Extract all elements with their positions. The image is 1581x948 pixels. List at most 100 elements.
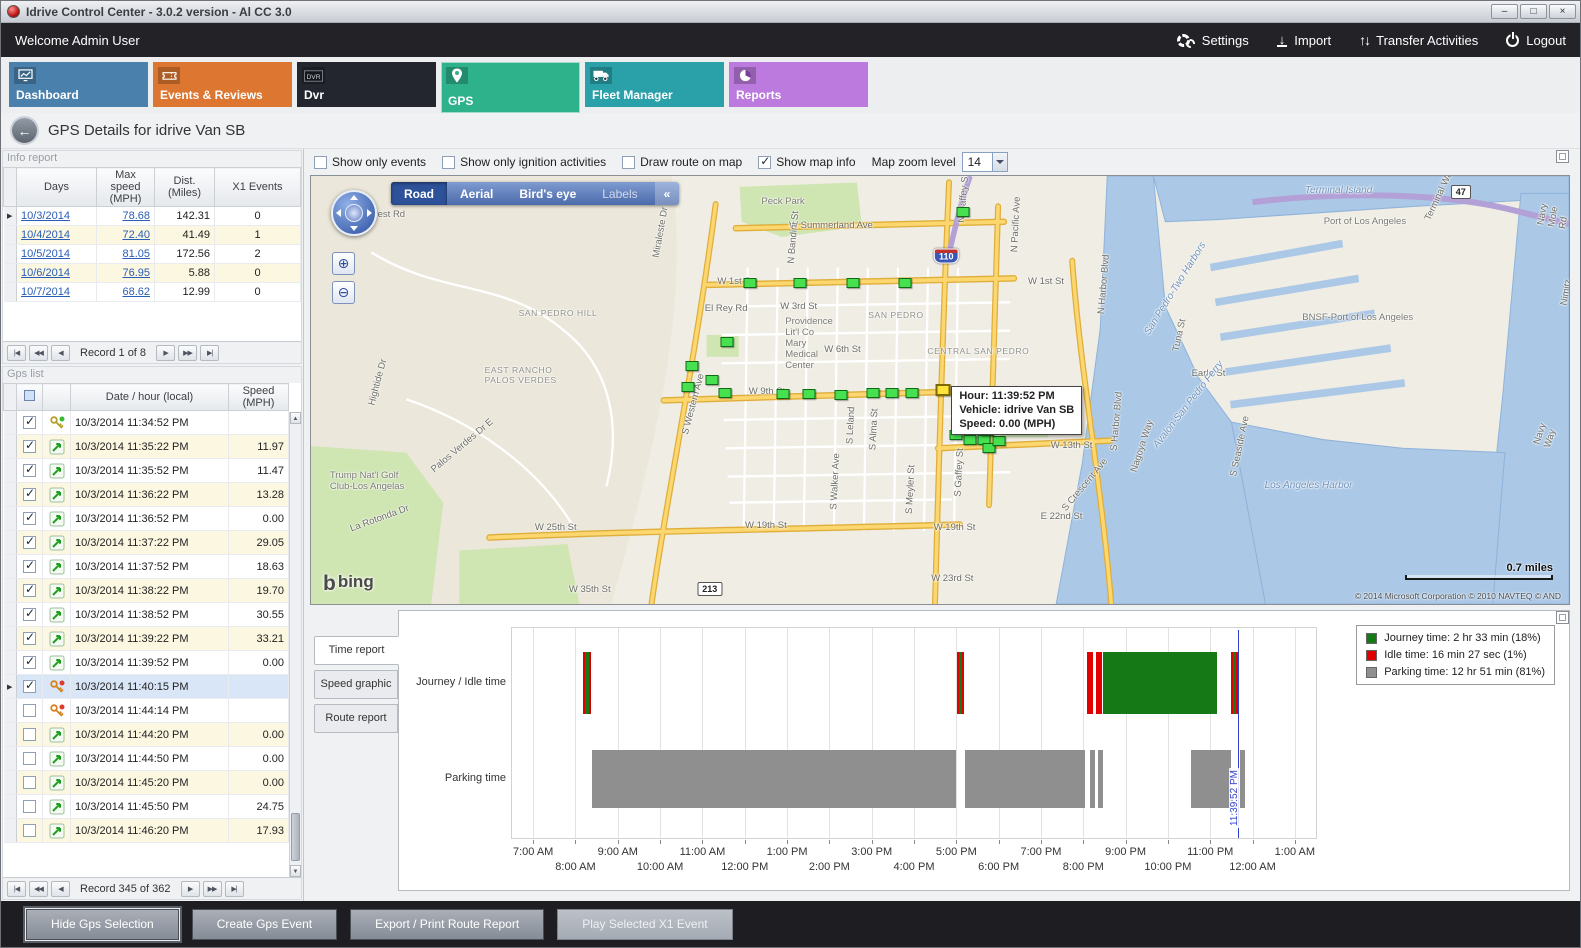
gps-marker[interactable] [964,435,977,445]
tab-route-report[interactable]: Route report [314,704,398,733]
gps-marker[interactable] [867,388,880,398]
column-header-x1-events[interactable]: X1 Events [215,168,301,207]
list-item[interactable]: 10/3/2014 11:36:52 PM0.00 [4,507,289,531]
gps-row-checkbox[interactable] [23,416,36,429]
gps-row-checkbox[interactable] [23,536,36,549]
gps-row-checkbox[interactable] [23,680,36,693]
list-item[interactable]: 10/3/2014 11:35:52 PM11.47 [4,459,289,483]
list-item[interactable]: 10/3/2014 11:39:52 PM0.00 [4,651,289,675]
gps-row-checkbox[interactable] [23,800,36,813]
list-item[interactable]: 10/3/2014 11:39:22 PM33.21 [4,627,289,651]
table-row[interactable]: 10/4/201472.4041.491 [4,226,301,245]
map-zoom-out-button[interactable]: ⊖ [332,281,355,304]
list-item[interactable]: ▶10/3/2014 11:40:15 PM [4,675,289,699]
option-draw-route-on-map[interactable]: Draw route on map [622,155,742,169]
info-last-button[interactable]: ▶| [200,345,219,361]
gps-marker[interactable] [847,278,860,288]
column-header-days[interactable]: Days [17,168,97,207]
column-header-max-speed-mph[interactable]: Max speed (MPH) [97,168,155,207]
tab-speed-graphic[interactable]: Speed graphic [314,670,398,699]
gps-row-checkbox[interactable] [23,776,36,789]
tab-dvr[interactable]: DVRDvr [297,62,436,107]
gps-last-button[interactable]: ▶| [225,881,244,897]
gps-row-checkbox[interactable] [23,488,36,501]
gps-marker[interactable] [956,207,969,217]
scrollbar-thumb[interactable] [291,813,300,861]
map-style-aerial[interactable]: Aerial [447,182,506,205]
gps-marker[interactable] [886,388,899,398]
days-link[interactable]: 10/4/2014 [21,229,70,241]
gps-marker[interactable] [706,375,719,385]
back-button[interactable]: ← [12,118,37,143]
checkbox-show-only-ignition-activities[interactable] [442,156,455,169]
map[interactable]: RoadAerialBird's eyeLabels« ⊕ ⊖ Peck Par… [310,175,1570,605]
action-transfer-activities[interactable]: ↑↓Transfer Activities [1359,32,1478,48]
info-prev-button[interactable]: ◀ [51,345,70,361]
scroll-down-icon[interactable]: ▼ [290,865,301,877]
hide-gps-selection-button[interactable]: Hide Gps Selection [26,909,179,940]
list-item[interactable]: 10/3/2014 11:34:52 PM [4,411,289,435]
max-speed-link[interactable]: 72.40 [122,229,150,241]
max-speed-link[interactable]: 68.62 [122,286,150,298]
gps-prev-button[interactable]: ◀ [51,881,70,897]
column-header-speed-mph[interactable]: Speed (MPH) [229,384,289,411]
map-bar-collapse-button[interactable]: « [655,182,680,205]
gps-row-checkbox[interactable] [23,512,36,525]
action-import[interactable]: ↓Import [1277,32,1331,48]
list-item[interactable]: 10/3/2014 11:46:20 PM17.93 [4,819,289,843]
list-item[interactable]: 10/3/2014 11:44:50 PM0.00 [4,747,289,771]
scrollbar-track[interactable] [290,424,301,865]
maximize-button[interactable]: □ [1520,4,1547,19]
map-pan-control[interactable] [331,190,377,236]
gps-marker[interactable] [744,278,757,288]
days-link[interactable]: 10/7/2014 [21,286,70,298]
gps-row-checkbox[interactable] [23,752,36,765]
map-zoom-level-select[interactable]: 14 [962,152,1008,172]
column-header-date-hour-local[interactable]: Date / hour (local) [71,384,229,411]
gps-marker[interactable] [898,278,911,288]
select-all-header[interactable] [17,384,43,411]
tab-reports[interactable]: Reports [729,62,868,107]
gps-row-checkbox[interactable] [23,728,36,741]
list-item[interactable]: 10/3/2014 11:36:22 PM13.28 [4,483,289,507]
gps-row-checkbox[interactable] [23,704,36,717]
close-button[interactable]: × [1549,4,1576,19]
gps-first-button[interactable]: |◀ [7,881,26,897]
gps-marker[interactable] [686,361,699,371]
gps-prev-page-button[interactable]: ◀◀ [29,881,48,897]
list-item[interactable]: 10/3/2014 11:37:52 PM18.63 [4,555,289,579]
gps-marker[interactable] [906,388,919,398]
info-first-button[interactable]: |◀ [7,345,26,361]
scroll-up-icon[interactable]: ▲ [290,412,301,424]
days-link[interactable]: 10/3/2014 [21,210,70,222]
list-item[interactable]: 10/3/2014 11:35:22 PM11.97 [4,435,289,459]
table-row[interactable]: 10/5/201481.05172.562 [4,245,301,264]
option-show-only-events[interactable]: Show only events [314,155,426,169]
list-item[interactable]: 10/3/2014 11:45:20 PM0.00 [4,771,289,795]
column-header-dist-miles[interactable]: Dist. (Miles) [155,168,215,207]
list-item[interactable]: 10/3/2014 11:37:22 PM29.05 [4,531,289,555]
gps-row-checkbox[interactable] [23,656,36,669]
checkbox-show-map-info[interactable] [758,156,771,169]
gps-marker[interactable] [721,337,734,347]
checkbox-show-only-events[interactable] [314,156,327,169]
map-style-bird-s-eye[interactable]: Bird's eye [506,182,589,205]
map-style-labels[interactable]: Labels [589,182,650,205]
table-row[interactable]: ▶10/3/201478.68142.310 [4,207,301,226]
option-show-only-ignition-activities[interactable]: Show only ignition activities [442,155,606,169]
minimize-button[interactable]: – [1491,4,1518,19]
days-link[interactable]: 10/5/2014 [21,248,70,260]
list-item[interactable]: 10/3/2014 11:38:52 PM30.55 [4,603,289,627]
tab-fleet-manager[interactable]: Fleet Manager [585,62,724,107]
gps-next-page-button[interactable]: ▶▶ [203,881,222,897]
action-settings[interactable]: Settings [1177,32,1249,48]
gps-row-checkbox[interactable] [23,464,36,477]
gps-row-checkbox[interactable] [23,584,36,597]
table-row[interactable]: 10/7/201468.6212.990 [4,283,301,302]
list-item[interactable]: 10/3/2014 11:45:50 PM24.75 [4,795,289,819]
collapse-map-panel-button[interactable] [1556,150,1569,163]
collapse-chart-panel-button[interactable] [1556,611,1569,624]
play-selected-x1-event-button[interactable]: Play Selected X1 Event [557,909,732,940]
gps-marker[interactable] [776,389,789,399]
tab-gps[interactable]: GPS [441,62,580,113]
